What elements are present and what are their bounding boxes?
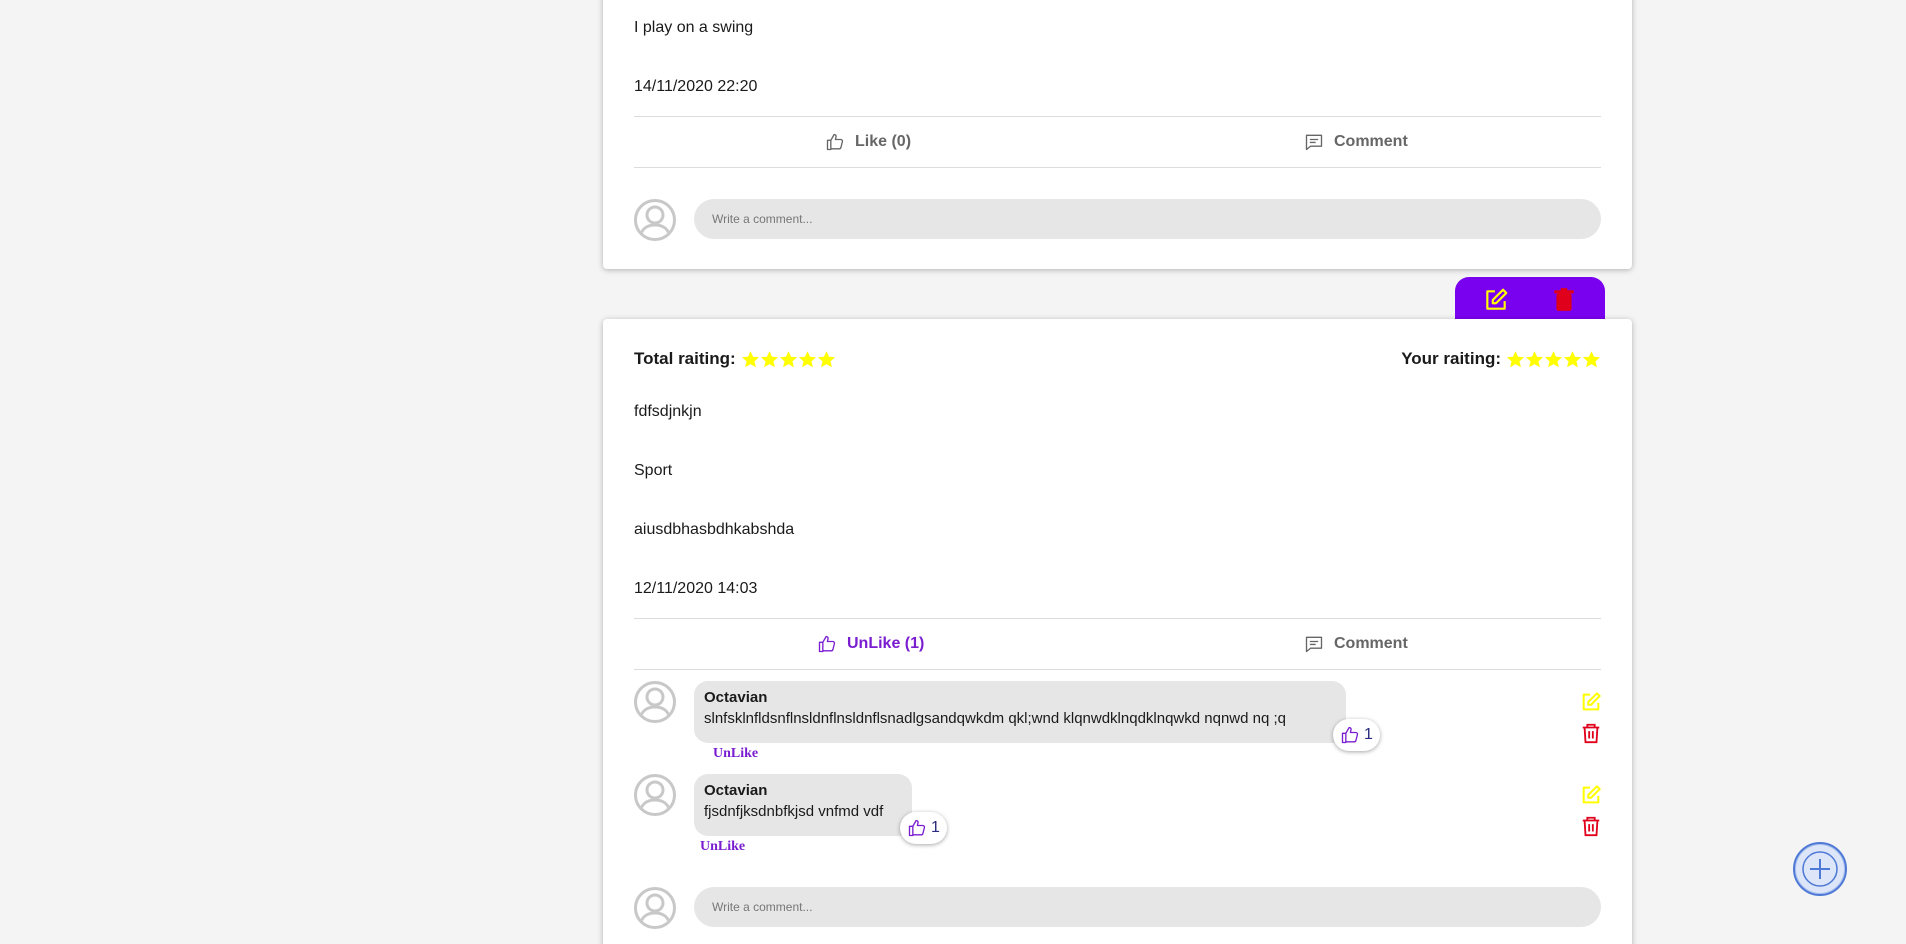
- edit-comment-button[interactable]: [1580, 784, 1602, 806]
- star-icon: [760, 350, 778, 367]
- delete-comment-button[interactable]: [1580, 815, 1602, 837]
- total-rating-stars: [741, 350, 836, 369]
- total-rating-label: Total raiting:: [634, 349, 736, 368]
- comment-unlike-link[interactable]: UnLike: [713, 746, 758, 762]
- post-date: 14/11/2020 22:20: [634, 78, 758, 95]
- comment-label: Comment: [1334, 133, 1408, 150]
- comment-button[interactable]: Comment: [1304, 634, 1408, 654]
- delete-comment-button[interactable]: [1580, 722, 1602, 744]
- avatar: [634, 887, 676, 929]
- plus-icon: [1802, 851, 1838, 887]
- user-avatar-icon: [638, 893, 672, 926]
- post-description: aiusdbhasbdhkabshda: [634, 521, 795, 538]
- edit-post-button[interactable]: [1483, 287, 1509, 313]
- post-card: Total raiting: Your raiting: fdfsdjnkjn …: [603, 319, 1632, 944]
- star-icon: [1525, 350, 1544, 367]
- your-rating: Your raiting:: [1401, 349, 1601, 369]
- post-category: Sport: [634, 462, 673, 479]
- post-text: I play on a swing: [634, 19, 754, 36]
- comment-bubble: Octavian slnfsklnfldsnflnsldnflnsldnflsn…: [694, 681, 1346, 743]
- thumbs-up-icon: [826, 133, 844, 151]
- user-avatar-icon: [638, 687, 672, 720]
- star-icon: [779, 350, 797, 367]
- like-button[interactable]: Like (0): [825, 132, 911, 152]
- trash-icon: [1582, 723, 1600, 744]
- your-rating-label: Your raiting:: [1401, 349, 1501, 368]
- divider: [634, 669, 1601, 670]
- unlike-button[interactable]: UnLike (1): [817, 634, 924, 654]
- thumbs-up-icon: [908, 819, 926, 837]
- comment-like-count[interactable]: 1: [1333, 719, 1380, 751]
- your-rating-stars[interactable]: [1506, 350, 1601, 369]
- post-card: I play on a swing 14/11/2020 22:20 Like …: [603, 0, 1632, 269]
- like-label: UnLike (1): [847, 635, 925, 652]
- star-icon: [817, 350, 835, 367]
- star-icon: [1544, 350, 1563, 367]
- edit-icon: [1582, 785, 1601, 804]
- avatar: [634, 681, 676, 723]
- avatar: [634, 774, 676, 816]
- like-label: Like (0): [855, 133, 912, 150]
- total-rating: Total raiting:: [634, 349, 836, 369]
- post-title: fdfsdjnkjn: [634, 403, 702, 420]
- comment-input[interactable]: [694, 199, 1601, 239]
- like-count-value: 1: [931, 819, 940, 836]
- edit-icon: [1582, 692, 1601, 711]
- comment-text: slnfsklnfldsnflnsldnflnsldnflsnadlgsandq…: [704, 710, 1286, 727]
- comment-unlike-link[interactable]: UnLike: [700, 839, 745, 855]
- post-date: 12/11/2020 14:03: [634, 580, 758, 597]
- star-icon: [741, 350, 759, 367]
- divider: [634, 116, 1601, 117]
- user-avatar-icon: [638, 205, 672, 238]
- thumbs-up-icon: [1341, 726, 1359, 744]
- comment-icon: [1305, 134, 1323, 151]
- comment-author: Octavian: [704, 782, 768, 799]
- comment-like-count[interactable]: 1: [900, 812, 947, 844]
- star-icon: [1582, 350, 1601, 367]
- star-icon: [1563, 350, 1582, 367]
- edit-comment-button[interactable]: [1580, 691, 1602, 713]
- comment-bubble: Octavian fjsdnfjksdnbfkjsd vnfmd vdf: [694, 774, 912, 836]
- comment-text: fjsdnfjksdnbfkjsd vnfmd vdf: [704, 803, 884, 820]
- comment-input[interactable]: [694, 887, 1601, 927]
- trash-icon: [1554, 288, 1574, 311]
- edit-icon: [1486, 288, 1508, 310]
- star-icon: [798, 350, 816, 367]
- trash-icon: [1582, 816, 1600, 837]
- divider: [634, 618, 1601, 619]
- thumbs-up-icon: [818, 635, 836, 653]
- comment-icon: [1305, 636, 1323, 653]
- comment-author: Octavian: [704, 689, 768, 706]
- comment-label: Comment: [1334, 635, 1408, 652]
- user-avatar-icon: [638, 780, 672, 813]
- like-count-value: 1: [1364, 726, 1373, 743]
- add-post-button[interactable]: [1793, 842, 1847, 896]
- divider: [634, 167, 1601, 168]
- comment-button[interactable]: Comment: [1304, 132, 1408, 152]
- delete-post-button[interactable]: [1551, 287, 1577, 313]
- avatar: [634, 199, 676, 241]
- star-icon: [1506, 350, 1525, 367]
- post-owner-actions: [1455, 277, 1605, 321]
